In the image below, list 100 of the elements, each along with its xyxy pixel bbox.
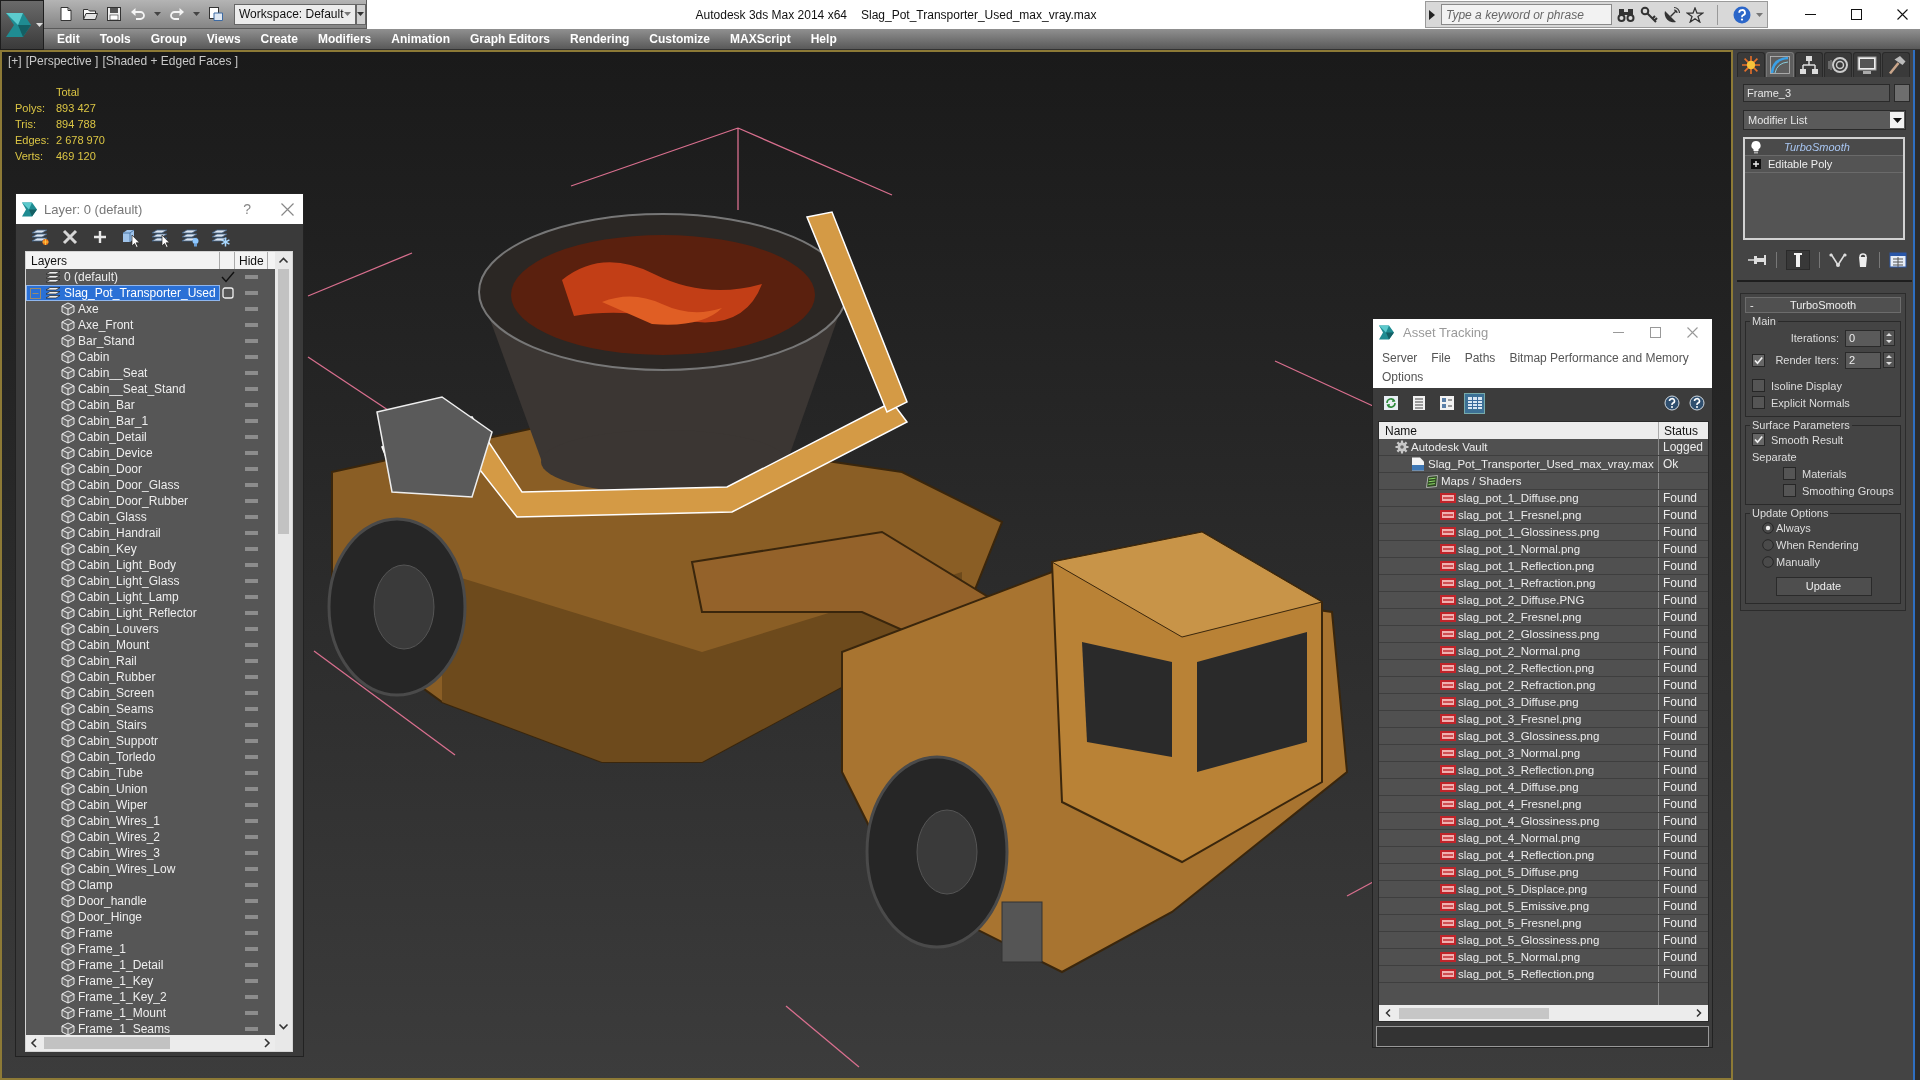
layers-sparkle-icon[interactable]: [30, 227, 50, 248]
viewport-label[interactable]: [+]: [8, 54, 22, 70]
asset-name[interactable]: slag_pot_1_Refraction.png: [1379, 575, 1659, 591]
layer-tree-item[interactable]: Frame_1_Key: [26, 973, 220, 989]
collapse-icon[interactable]: [30, 287, 41, 299]
layer-tree-item[interactable]: Axe_Front: [26, 317, 220, 333]
modifier-stack-item[interactable]: Editable Poly: [1745, 156, 1903, 173]
scrollbar-thumb[interactable]: [44, 1037, 170, 1049]
checkbox[interactable]: [1752, 396, 1765, 409]
fork-icon[interactable]: [1829, 251, 1847, 268]
layer-tree-item[interactable]: Cabin_Light_Glass: [26, 573, 220, 589]
horizontal-scrollbar[interactable]: [1379, 1005, 1708, 1021]
undo-icon[interactable]: [130, 7, 146, 21]
asset-name[interactable]: Maps / Shaders: [1379, 473, 1659, 489]
asset-name[interactable]: slag_pot_1_Fresnel.png: [1379, 507, 1659, 523]
layer-tree-item[interactable]: Cabin_Wires_1: [26, 813, 220, 829]
layer-tree-item[interactable]: Cabin_Wires_3: [26, 845, 220, 861]
spinner-arrows-icon[interactable]: [1883, 330, 1895, 346]
menu-item[interactable]: Graph Editors: [459, 32, 560, 46]
menu-item[interactable]: Customize: [639, 32, 720, 46]
checkmark-icon[interactable]: [220, 271, 235, 283]
layer-tree-item[interactable]: Cabin_Detail: [26, 429, 220, 445]
asset-name[interactable]: slag_pot_1_Diffuse.png: [1379, 490, 1659, 506]
layer-tree-item[interactable]: Cabin_Bar: [26, 397, 220, 413]
layer-tree-item[interactable]: Frame_1_Seams: [26, 1021, 220, 1035]
menu-item[interactable]: Tools: [89, 32, 141, 46]
asset-name[interactable]: slag_pot_5_Normal.png: [1379, 949, 1659, 965]
layer-tree-item[interactable]: Cabin_Handrail: [26, 525, 220, 541]
layer-tree-item[interactable]: Cabin_Key: [26, 541, 220, 557]
cube-cursor-icon[interactable]: [120, 227, 140, 248]
layer-tree-item[interactable]: Axe: [26, 301, 220, 317]
layer-tree-item[interactable]: Cabin_Screen: [26, 685, 220, 701]
layer-tree-item[interactable]: Cabin_Union: [26, 781, 220, 797]
asset-name[interactable]: slag_pot_1_Glossiness.png: [1379, 524, 1659, 540]
asset-name[interactable]: Autodesk Vault: [1379, 439, 1659, 455]
layers-snowflake-icon[interactable]: [210, 227, 230, 248]
layer-tree-item[interactable]: Cabin__Seat: [26, 365, 220, 381]
radio-button[interactable]: [1762, 555, 1774, 568]
layer-tree-item[interactable]: Cabin_Wiper: [26, 797, 220, 813]
asset-name[interactable]: slag_pot_3_Reflection.png: [1379, 762, 1659, 778]
asset-name[interactable]: slag_pot_4_Reflection.png: [1379, 847, 1659, 863]
scrollbar-thumb[interactable]: [278, 269, 289, 534]
modifier-stack-item[interactable]: TurboSmooth: [1745, 139, 1903, 156]
menu-item[interactable]: Help: [800, 32, 847, 46]
grid-window-icon[interactable]: [1889, 251, 1907, 268]
lightbulb-icon[interactable]: [1750, 140, 1762, 154]
asset-name[interactable]: slag_pot_4_Glossiness.png: [1379, 813, 1659, 829]
menu-item[interactable]: Server: [1375, 349, 1425, 368]
update-button[interactable]: Update: [1775, 576, 1872, 596]
asset-name[interactable]: slag_pot_3_Fresnel.png: [1379, 711, 1659, 727]
checkbox[interactable]: [1752, 433, 1765, 446]
asset-name[interactable]: slag_pot_2_Refraction.png: [1379, 677, 1659, 693]
panel-tab[interactable]: [1737, 52, 1765, 77]
menu-item[interactable]: Views: [196, 32, 251, 46]
column-header[interactable]: Name: [1379, 422, 1659, 439]
layer-tree-item[interactable]: Door_handle: [26, 893, 220, 909]
asset-name[interactable]: slag_pot_4_Normal.png: [1379, 830, 1659, 846]
panel-tab[interactable]: [1853, 52, 1881, 77]
view-toggle-button[interactable]: [1464, 392, 1485, 414]
asset-name[interactable]: slag_pot_5_Glossiness.png: [1379, 932, 1659, 948]
checkbox[interactable]: [1783, 484, 1796, 497]
column-header[interactable]: Status: [1659, 422, 1699, 439]
object-name-field[interactable]: Frame_3: [1743, 84, 1890, 102]
radio-button[interactable]: [1762, 538, 1774, 551]
layer-tree-item[interactable]: Cabin_Louvers: [26, 621, 220, 637]
menu-item[interactable]: Rendering: [560, 32, 640, 46]
checkbox[interactable]: [1783, 467, 1796, 480]
asset-name[interactable]: slag_pot_2_Diffuse.PNG: [1379, 592, 1659, 608]
layer-tree-item[interactable]: Cabin_Device: [26, 445, 220, 461]
checkbox[interactable]: [1752, 379, 1765, 392]
panel-tab[interactable]: [1795, 52, 1823, 77]
layer-tree-item[interactable]: Cabin_Torledo: [26, 749, 220, 765]
layer-tree-item[interactable]: Cabin_Light_Lamp: [26, 589, 220, 605]
redo-icon[interactable]: [169, 7, 185, 21]
asset-name[interactable]: slag_pot_2_Fresnel.png: [1379, 609, 1659, 625]
layer-tree-item[interactable]: Door_Hinge: [26, 909, 220, 925]
key-icon[interactable]: [1640, 6, 1659, 23]
layer-tree-item[interactable]: Clamp: [26, 877, 220, 893]
column-header[interactable]: Hide: [235, 252, 268, 269]
search-field[interactable]: Type a keyword or phrase: [1441, 4, 1613, 25]
star-icon[interactable]: [1686, 6, 1705, 23]
open-folder-icon[interactable]: [82, 6, 98, 22]
layers-bulb-icon[interactable]: [180, 227, 200, 248]
asset-name[interactable]: slag_pot_4_Fresnel.png: [1379, 796, 1659, 812]
layer-tree-item[interactable]: Frame_1_Detail: [26, 957, 220, 973]
spinner-field[interactable]: 2: [1845, 351, 1881, 369]
path-field[interactable]: [1376, 1026, 1709, 1047]
asset-name[interactable]: slag_pot_3_Normal.png: [1379, 745, 1659, 761]
layer-tree-item[interactable]: Cabin_Mount: [26, 637, 220, 653]
dropdown-button[interactable]: [355, 3, 366, 25]
layer-tree-item[interactable]: Cabin_Door_Rubber: [26, 493, 220, 509]
layer-tree-item[interactable]: Bar_Stand: [26, 333, 220, 349]
spinner-arrows-icon[interactable]: [1883, 352, 1895, 368]
viewport-label[interactable]: [Shaded + Edged Faces ]: [102, 54, 239, 70]
layer-tree-item[interactable]: Cabin_Door_Glass: [26, 477, 220, 493]
menu-item[interactable]: Bitmap Performance and Memory: [1502, 349, 1696, 368]
expand-icon[interactable]: [1751, 159, 1761, 169]
pin-icon[interactable]: [1747, 252, 1767, 267]
collapse-toggle[interactable]: -: [1746, 299, 1758, 311]
asset-name[interactable]: slag_pot_3_Diffuse.png: [1379, 694, 1659, 710]
